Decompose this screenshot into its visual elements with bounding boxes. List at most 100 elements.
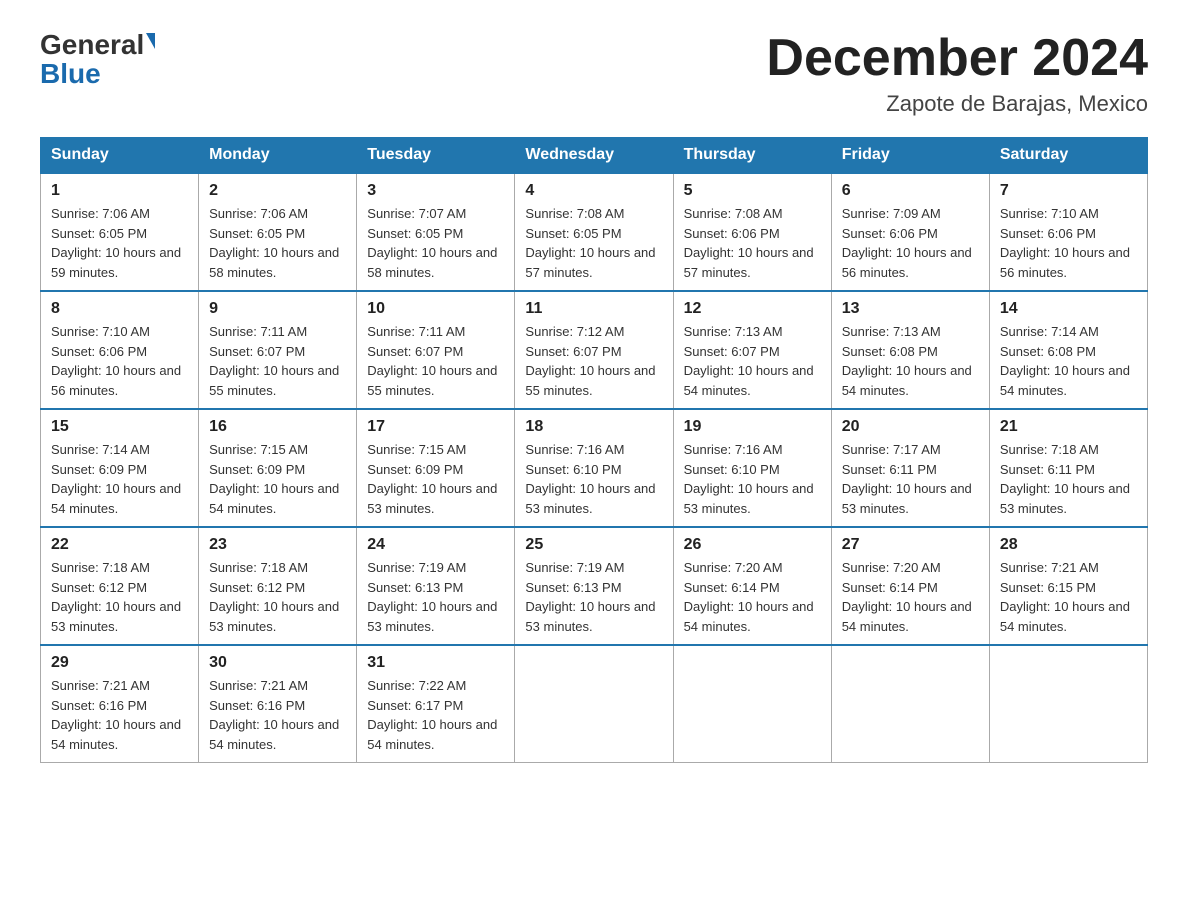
calendar-table: SundayMondayTuesdayWednesdayThursdayFrid… [40, 137, 1148, 763]
day-info: Sunrise: 7:06 AMSunset: 6:05 PMDaylight:… [209, 206, 339, 280]
logo-text-general: General [40, 30, 144, 61]
day-cell-27: 27 Sunrise: 7:20 AMSunset: 6:14 PMDaylig… [831, 527, 989, 645]
day-cell-24: 24 Sunrise: 7:19 AMSunset: 6:13 PMDaylig… [357, 527, 515, 645]
day-cell-11: 11 Sunrise: 7:12 AMSunset: 6:07 PMDaylig… [515, 291, 673, 409]
empty-cell [989, 645, 1147, 763]
calendar-header-tuesday: Tuesday [357, 138, 515, 174]
day-number: 12 [684, 300, 821, 318]
day-number: 8 [51, 300, 188, 318]
week-row-1: 1 Sunrise: 7:06 AMSunset: 6:05 PMDayligh… [41, 173, 1148, 291]
day-cell-2: 2 Sunrise: 7:06 AMSunset: 6:05 PMDayligh… [199, 173, 357, 291]
day-cell-4: 4 Sunrise: 7:08 AMSunset: 6:05 PMDayligh… [515, 173, 673, 291]
day-info: Sunrise: 7:09 AMSunset: 6:06 PMDaylight:… [842, 206, 972, 280]
day-cell-31: 31 Sunrise: 7:22 AMSunset: 6:17 PMDaylig… [357, 645, 515, 763]
day-number: 27 [842, 536, 979, 554]
day-cell-17: 17 Sunrise: 7:15 AMSunset: 6:09 PMDaylig… [357, 409, 515, 527]
day-info: Sunrise: 7:19 AMSunset: 6:13 PMDaylight:… [525, 560, 655, 634]
day-number: 3 [367, 182, 504, 200]
day-info: Sunrise: 7:16 AMSunset: 6:10 PMDaylight:… [525, 442, 655, 516]
day-cell-12: 12 Sunrise: 7:13 AMSunset: 6:07 PMDaylig… [673, 291, 831, 409]
day-info: Sunrise: 7:06 AMSunset: 6:05 PMDaylight:… [51, 206, 181, 280]
day-number: 15 [51, 418, 188, 436]
day-cell-9: 9 Sunrise: 7:11 AMSunset: 6:07 PMDayligh… [199, 291, 357, 409]
day-number: 29 [51, 654, 188, 672]
day-number: 31 [367, 654, 504, 672]
calendar-header-wednesday: Wednesday [515, 138, 673, 174]
day-number: 19 [684, 418, 821, 436]
day-cell-1: 1 Sunrise: 7:06 AMSunset: 6:05 PMDayligh… [41, 173, 199, 291]
day-info: Sunrise: 7:21 AMSunset: 6:16 PMDaylight:… [51, 678, 181, 752]
calendar-header-thursday: Thursday [673, 138, 831, 174]
day-number: 22 [51, 536, 188, 554]
day-cell-28: 28 Sunrise: 7:21 AMSunset: 6:15 PMDaylig… [989, 527, 1147, 645]
day-info: Sunrise: 7:22 AMSunset: 6:17 PMDaylight:… [367, 678, 497, 752]
day-info: Sunrise: 7:14 AMSunset: 6:09 PMDaylight:… [51, 442, 181, 516]
day-cell-5: 5 Sunrise: 7:08 AMSunset: 6:06 PMDayligh… [673, 173, 831, 291]
title-block: December 2024 Zapote de Barajas, Mexico [766, 30, 1148, 117]
day-number: 25 [525, 536, 662, 554]
page-header: General Blue December 2024 Zapote de Bar… [40, 30, 1148, 117]
day-info: Sunrise: 7:15 AMSunset: 6:09 PMDaylight:… [367, 442, 497, 516]
empty-cell [831, 645, 989, 763]
day-cell-18: 18 Sunrise: 7:16 AMSunset: 6:10 PMDaylig… [515, 409, 673, 527]
day-number: 21 [1000, 418, 1137, 436]
day-number: 17 [367, 418, 504, 436]
day-cell-13: 13 Sunrise: 7:13 AMSunset: 6:08 PMDaylig… [831, 291, 989, 409]
day-cell-23: 23 Sunrise: 7:18 AMSunset: 6:12 PMDaylig… [199, 527, 357, 645]
day-cell-8: 8 Sunrise: 7:10 AMSunset: 6:06 PMDayligh… [41, 291, 199, 409]
day-cell-19: 19 Sunrise: 7:16 AMSunset: 6:10 PMDaylig… [673, 409, 831, 527]
day-number: 30 [209, 654, 346, 672]
day-info: Sunrise: 7:18 AMSunset: 6:12 PMDaylight:… [51, 560, 181, 634]
day-info: Sunrise: 7:10 AMSunset: 6:06 PMDaylight:… [51, 324, 181, 398]
day-info: Sunrise: 7:18 AMSunset: 6:12 PMDaylight:… [209, 560, 339, 634]
day-number: 28 [1000, 536, 1137, 554]
logo-text-blue: Blue [40, 59, 101, 90]
day-number: 5 [684, 182, 821, 200]
day-info: Sunrise: 7:14 AMSunset: 6:08 PMDaylight:… [1000, 324, 1130, 398]
day-info: Sunrise: 7:11 AMSunset: 6:07 PMDaylight:… [367, 324, 497, 398]
day-info: Sunrise: 7:19 AMSunset: 6:13 PMDaylight:… [367, 560, 497, 634]
day-cell-7: 7 Sunrise: 7:10 AMSunset: 6:06 PMDayligh… [989, 173, 1147, 291]
day-number: 18 [525, 418, 662, 436]
empty-cell [673, 645, 831, 763]
day-cell-3: 3 Sunrise: 7:07 AMSunset: 6:05 PMDayligh… [357, 173, 515, 291]
week-row-3: 15 Sunrise: 7:14 AMSunset: 6:09 PMDaylig… [41, 409, 1148, 527]
day-info: Sunrise: 7:20 AMSunset: 6:14 PMDaylight:… [684, 560, 814, 634]
day-info: Sunrise: 7:11 AMSunset: 6:07 PMDaylight:… [209, 324, 339, 398]
day-number: 9 [209, 300, 346, 318]
week-row-4: 22 Sunrise: 7:18 AMSunset: 6:12 PMDaylig… [41, 527, 1148, 645]
calendar-header-monday: Monday [199, 138, 357, 174]
day-cell-15: 15 Sunrise: 7:14 AMSunset: 6:09 PMDaylig… [41, 409, 199, 527]
week-row-5: 29 Sunrise: 7:21 AMSunset: 6:16 PMDaylig… [41, 645, 1148, 763]
calendar-header-sunday: Sunday [41, 138, 199, 174]
day-info: Sunrise: 7:12 AMSunset: 6:07 PMDaylight:… [525, 324, 655, 398]
day-cell-30: 30 Sunrise: 7:21 AMSunset: 6:16 PMDaylig… [199, 645, 357, 763]
location: Zapote de Barajas, Mexico [766, 91, 1148, 117]
day-info: Sunrise: 7:15 AMSunset: 6:09 PMDaylight:… [209, 442, 339, 516]
day-number: 1 [51, 182, 188, 200]
day-number: 11 [525, 300, 662, 318]
day-number: 6 [842, 182, 979, 200]
day-info: Sunrise: 7:08 AMSunset: 6:05 PMDaylight:… [525, 206, 655, 280]
day-info: Sunrise: 7:21 AMSunset: 6:15 PMDaylight:… [1000, 560, 1130, 634]
day-info: Sunrise: 7:18 AMSunset: 6:11 PMDaylight:… [1000, 442, 1130, 516]
day-info: Sunrise: 7:07 AMSunset: 6:05 PMDaylight:… [367, 206, 497, 280]
day-info: Sunrise: 7:10 AMSunset: 6:06 PMDaylight:… [1000, 206, 1130, 280]
day-info: Sunrise: 7:21 AMSunset: 6:16 PMDaylight:… [209, 678, 339, 752]
day-number: 10 [367, 300, 504, 318]
day-number: 23 [209, 536, 346, 554]
day-number: 20 [842, 418, 979, 436]
day-info: Sunrise: 7:13 AMSunset: 6:08 PMDaylight:… [842, 324, 972, 398]
calendar-header-row: SundayMondayTuesdayWednesdayThursdayFrid… [41, 138, 1148, 174]
logo-triangle-icon [146, 33, 155, 49]
day-number: 2 [209, 182, 346, 200]
day-cell-21: 21 Sunrise: 7:18 AMSunset: 6:11 PMDaylig… [989, 409, 1147, 527]
day-cell-20: 20 Sunrise: 7:17 AMSunset: 6:11 PMDaylig… [831, 409, 989, 527]
calendar-header-saturday: Saturday [989, 138, 1147, 174]
month-title: December 2024 [766, 30, 1148, 87]
day-cell-16: 16 Sunrise: 7:15 AMSunset: 6:09 PMDaylig… [199, 409, 357, 527]
day-cell-26: 26 Sunrise: 7:20 AMSunset: 6:14 PMDaylig… [673, 527, 831, 645]
day-cell-6: 6 Sunrise: 7:09 AMSunset: 6:06 PMDayligh… [831, 173, 989, 291]
day-number: 14 [1000, 300, 1137, 318]
day-info: Sunrise: 7:08 AMSunset: 6:06 PMDaylight:… [684, 206, 814, 280]
